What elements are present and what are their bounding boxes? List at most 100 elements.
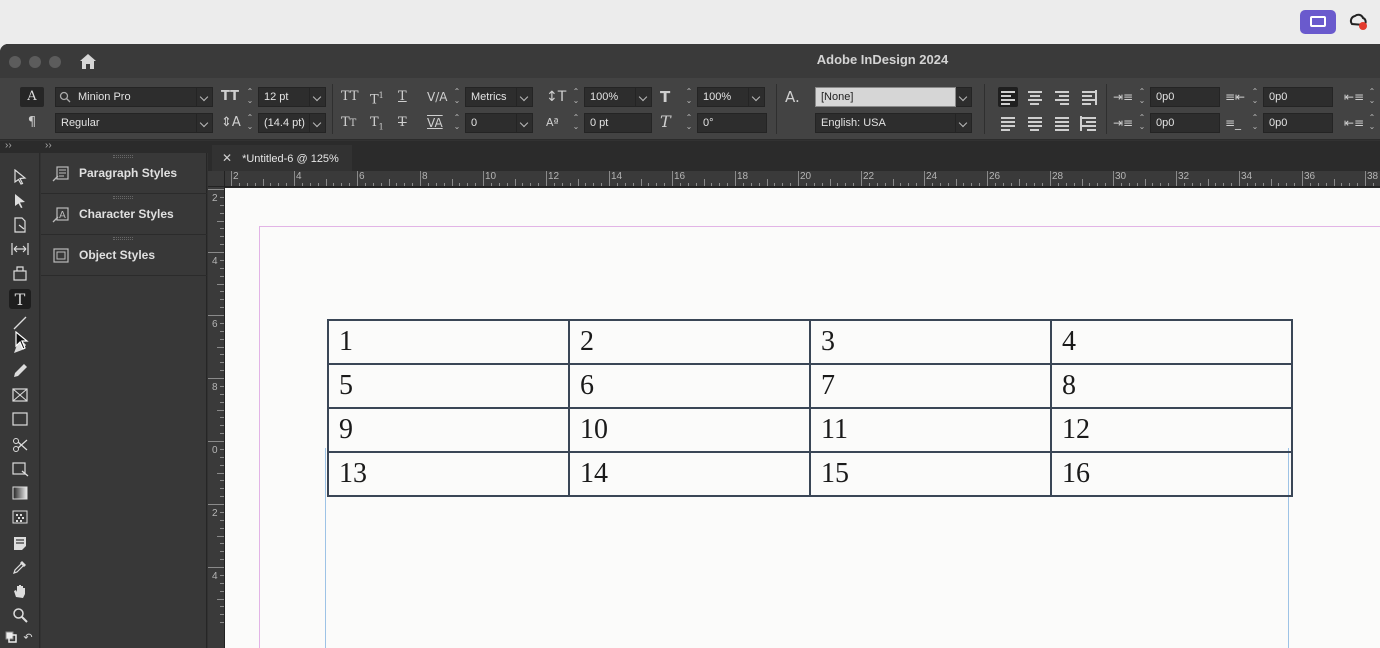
- vertical-scale-stepper[interactable]: ⌃ ⌄: [570, 87, 582, 107]
- collapse-panels-icon[interactable]: ››: [45, 141, 52, 151]
- table-cell[interactable]: 2: [568, 319, 811, 365]
- table-cell[interactable]: 13: [327, 451, 570, 497]
- paragraph-formatting-mode-button[interactable]: ¶: [20, 113, 44, 133]
- character-formatting-mode-button[interactable]: A: [20, 87, 44, 107]
- baseline-shift-stepper[interactable]: ⌃ ⌄: [570, 113, 582, 133]
- leading-stepper[interactable]: ⌃ ⌄: [244, 113, 256, 133]
- right-indent-stepper[interactable]: ⌃ ⌄: [1249, 87, 1261, 107]
- creative-cloud-icon[interactable]: [1348, 11, 1368, 31]
- table-cell[interactable]: 9: [327, 407, 570, 453]
- language-field[interactable]: English: USA: [815, 113, 956, 133]
- all-caps-icon[interactable]: TT: [341, 88, 359, 106]
- last-line-indent-field[interactable]: 0p0: [1263, 113, 1333, 133]
- space-after-stepper[interactable]: ⌃ ⌄: [1366, 113, 1378, 133]
- gradient-swatch-tool-icon[interactable]: [9, 483, 31, 503]
- table-cell[interactable]: 3: [809, 319, 1052, 365]
- first-line-indent-stepper[interactable]: ⌃ ⌄: [1136, 113, 1148, 133]
- small-caps-icon[interactable]: TT: [341, 114, 356, 133]
- table-cell[interactable]: 6: [568, 363, 811, 409]
- space-before-stepper[interactable]: ⌃ ⌄: [1366, 87, 1378, 107]
- table-row[interactable]: 1234: [327, 319, 1293, 365]
- justify-left-button[interactable]: [998, 113, 1018, 133]
- table-cell[interactable]: 10: [568, 407, 811, 453]
- document-table[interactable]: 1 2 3 4 5 6 7 8 9 10 11 12 13 14 15 16: [327, 319, 1293, 497]
- vertical-scale-field[interactable]: 100%: [584, 87, 636, 107]
- left-indent-stepper[interactable]: ⌃ ⌄: [1136, 87, 1148, 107]
- leading-field[interactable]: (14.4 pt): [258, 113, 310, 133]
- table-cell[interactable]: 15: [809, 451, 1052, 497]
- table-row[interactable]: 13 14 15 16: [327, 451, 1293, 497]
- type-tool-icon[interactable]: T: [9, 289, 31, 309]
- font-family-dropdown[interactable]: [197, 87, 213, 107]
- horizontal-scale-dropdown[interactable]: [749, 87, 765, 107]
- strikethrough-icon[interactable]: T: [398, 114, 407, 132]
- table-cell[interactable]: 16: [1050, 451, 1293, 497]
- align-away-from-spine-button[interactable]: [1079, 113, 1099, 133]
- line-tool-icon[interactable]: [9, 313, 31, 333]
- font-size-field[interactable]: 12 pt: [258, 87, 310, 107]
- font-size-stepper[interactable]: ⌃ ⌄: [244, 87, 256, 107]
- last-line-indent-stepper[interactable]: ⌃ ⌄: [1249, 113, 1261, 133]
- swap-fill-stroke-icon[interactable]: ↶: [21, 631, 35, 644]
- skew-stepper[interactable]: ⌃ ⌄: [683, 113, 695, 133]
- eyedropper-tool-icon[interactable]: [9, 557, 31, 577]
- table-cell[interactable]: 8: [1050, 363, 1293, 409]
- zoom-tool-icon[interactable]: [9, 605, 31, 625]
- align-right-button[interactable]: [1052, 87, 1072, 107]
- direct-selection-tool-icon[interactable]: [9, 191, 31, 211]
- table-cell[interactable]: 12: [1050, 407, 1293, 453]
- screen-sharing-icon[interactable]: [1300, 10, 1336, 34]
- align-towards-spine-button[interactable]: [1079, 87, 1099, 107]
- right-indent-field[interactable]: 0p0: [1263, 87, 1333, 107]
- table-cell[interactable]: 7: [809, 363, 1052, 409]
- table-cell[interactable]: 4: [1050, 319, 1293, 365]
- character-style-dropdown[interactable]: [956, 87, 972, 107]
- font-style-dropdown[interactable]: [197, 113, 213, 133]
- kerning-dropdown[interactable]: [517, 87, 533, 107]
- skew-field[interactable]: 0°: [697, 113, 767, 133]
- left-indent-field[interactable]: 0p0: [1150, 87, 1220, 107]
- vertical-scale-dropdown[interactable]: [636, 87, 652, 107]
- fill-stroke-swatch-icon[interactable]: [4, 631, 18, 643]
- tracking-stepper[interactable]: ⌃ ⌄: [451, 113, 463, 133]
- free-transform-tool-icon[interactable]: [9, 459, 31, 479]
- subscript-icon[interactable]: T1: [370, 114, 384, 137]
- close-tab-icon[interactable]: ✕: [222, 151, 232, 165]
- table-cell[interactable]: 14: [568, 451, 811, 497]
- font-size-dropdown[interactable]: [310, 87, 326, 107]
- kerning-field[interactable]: Metrics: [465, 87, 517, 107]
- superscript-icon[interactable]: T1: [370, 87, 384, 109]
- hand-tool-icon[interactable]: [9, 581, 31, 601]
- table-row[interactable]: 5678: [327, 363, 1293, 409]
- font-style-field[interactable]: Regular: [55, 113, 197, 133]
- tracking-field[interactable]: 0: [465, 113, 517, 133]
- align-left-button[interactable]: [998, 87, 1018, 107]
- horizontal-scale-field[interactable]: 100%: [697, 87, 749, 107]
- document-page[interactable]: 1 2 3 4 5 6 7 8 9 10 11 12 13 14 15 16: [225, 188, 1380, 648]
- note-tool-icon[interactable]: [9, 533, 31, 553]
- underline-icon[interactable]: T: [398, 88, 407, 106]
- paragraph-styles-panel-tab[interactable]: Paragraph Styles: [41, 153, 207, 194]
- rectangle-tool-icon[interactable]: [9, 409, 31, 429]
- align-center-button[interactable]: [1025, 87, 1045, 107]
- ruler-origin[interactable]: [208, 171, 225, 187]
- justify-all-button[interactable]: [1052, 113, 1072, 133]
- tracking-dropdown[interactable]: [517, 113, 533, 133]
- kerning-stepper[interactable]: ⌃ ⌄: [451, 87, 463, 107]
- character-style-field[interactable]: [None]: [815, 87, 956, 107]
- font-family-field[interactable]: Minion Pro: [55, 87, 197, 107]
- horizontal-scale-stepper[interactable]: ⌃ ⌄: [683, 87, 695, 107]
- baseline-shift-field[interactable]: 0 pt: [584, 113, 652, 133]
- horizontal-ruler[interactable]: 2 4 6 8 10 12 14 16 18 20 22 24 26 28 30 32 34 36 38: [225, 171, 1380, 187]
- panel-grip[interactable]: [113, 155, 133, 158]
- gap-tool-icon[interactable]: [9, 239, 31, 259]
- pencil-tool-icon[interactable]: [9, 361, 31, 381]
- justify-center-button[interactable]: [1025, 113, 1045, 133]
- table-cell[interactable]: 11: [809, 407, 1052, 453]
- table-cell[interactable]: 5: [327, 363, 570, 409]
- character-styles-panel-tab[interactable]: A Character Styles: [41, 194, 207, 235]
- page-tool-icon[interactable]: [9, 215, 31, 235]
- first-line-indent-field[interactable]: 0p0: [1150, 113, 1220, 133]
- table-cell[interactable]: 1: [327, 319, 570, 365]
- leading-dropdown[interactable]: [310, 113, 326, 133]
